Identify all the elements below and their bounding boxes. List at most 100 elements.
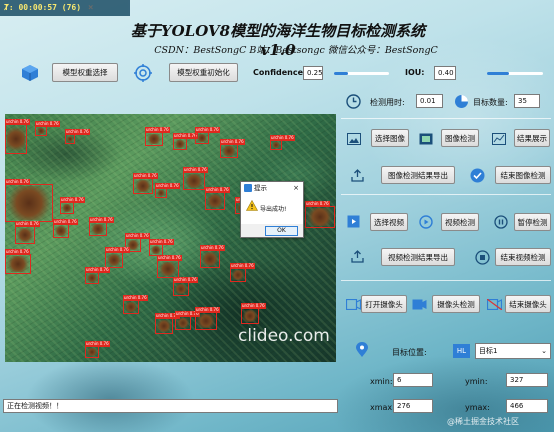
detected-organism xyxy=(7,126,25,152)
detection-box: urchin 0.76 xyxy=(35,121,60,136)
detected-organism xyxy=(177,318,189,328)
detection-box: urchin 0.76 xyxy=(157,255,182,278)
detection-label: urchin 0.76 xyxy=(305,201,330,207)
detection-box: urchin 0.76 xyxy=(230,263,255,282)
dialog-body: 导出成功! xyxy=(241,194,303,224)
close-icon[interactable]: × xyxy=(293,182,299,194)
detection-box: urchin 0.76 xyxy=(200,245,225,268)
detection-label: urchin 0.76 xyxy=(89,217,114,223)
target-select[interactable]: 目标1 ⌄ xyxy=(475,343,551,359)
detected-organism xyxy=(7,256,29,272)
detected-organism xyxy=(37,128,45,134)
watermark: clideo.com xyxy=(238,326,330,346)
detection-label: urchin 0.76 xyxy=(53,219,78,225)
detected-organism xyxy=(151,246,161,254)
detection-box: urchin 0.76 xyxy=(155,313,180,334)
detection-label: urchin 0.76 xyxy=(85,267,110,273)
divider xyxy=(341,194,551,195)
xmax-field: 276 xyxy=(393,399,433,413)
model-init-button[interactable]: 模型权重初始化 xyxy=(169,63,238,82)
detection-label: urchin 0.76 xyxy=(157,255,182,261)
detection-box: urchin 0.76 xyxy=(241,303,266,324)
detected-organism xyxy=(62,204,72,212)
detect-image-button[interactable]: 图像检测 xyxy=(441,129,479,147)
detection-box: urchin 0.76 xyxy=(195,307,220,330)
confidence-spinbox[interactable]: 0.25 xyxy=(303,66,323,80)
model-select-button[interactable]: 模型权重选择 xyxy=(52,63,118,82)
detection-label: urchin 0.76 xyxy=(173,133,198,139)
detection-label: urchin 0.76 xyxy=(35,121,60,127)
close-icon[interactable]: × xyxy=(88,3,98,13)
time-label: 检测用时: xyxy=(370,98,405,107)
detected-organism xyxy=(307,208,333,226)
export-video-result-button[interactable]: 视频检测结果导出 xyxy=(381,248,455,266)
detection-box: urchin 0.76 xyxy=(173,133,198,150)
detection-box: urchin 0.76 xyxy=(15,221,40,244)
end-video-detect-button[interactable]: 结束视频检测 xyxy=(495,248,551,266)
camera-detect-button[interactable]: 摄像头检测 xyxy=(432,295,480,313)
video-camera-icon xyxy=(411,297,427,311)
window-title-bar: Ⱦ: 00:00:57 (76) × xyxy=(0,0,130,16)
image-icon xyxy=(346,131,361,146)
select-video-button[interactable]: 选择视频 xyxy=(370,213,408,231)
class-badge: HL xyxy=(453,344,470,358)
detected-organism xyxy=(147,134,161,144)
detected-organism xyxy=(157,190,165,196)
detection-box: urchin 0.76 xyxy=(5,119,30,154)
detected-organism xyxy=(157,320,171,332)
pause-detect-button[interactable]: 暂停检测 xyxy=(514,213,551,231)
ok-button[interactable]: OK xyxy=(265,226,298,236)
export-image-result-button[interactable]: 图像检测结果导出 xyxy=(381,166,455,184)
detection-label: urchin 0.76 xyxy=(133,173,158,179)
select-image-button[interactable]: 选择图像 xyxy=(371,129,409,147)
detected-organism xyxy=(175,284,187,294)
pie-chart-icon xyxy=(453,93,469,109)
detection-box: urchin 0.76 xyxy=(175,311,200,330)
detection-box: urchin 0.76 xyxy=(133,173,158,194)
detected-organism xyxy=(197,134,207,142)
ymin-field: 327 xyxy=(506,373,548,387)
iou-spinbox[interactable]: 0.40 xyxy=(434,66,456,80)
show-result-button[interactable]: 结果展示 xyxy=(514,129,550,147)
check-circle-icon xyxy=(469,167,485,183)
detection-label: urchin 0.76 xyxy=(220,139,245,145)
page-subtitle: CSDN：BestSongC B站：Bestsongc 微信公众号：BestSo… xyxy=(154,45,438,56)
iou-slider-fill xyxy=(487,72,509,75)
divider xyxy=(341,118,551,119)
camera-off-icon xyxy=(486,297,502,311)
stop-circle-icon xyxy=(474,249,490,265)
detection-label: urchin 0.76 xyxy=(145,127,170,133)
detection-box: urchin 0.76 xyxy=(85,341,110,358)
detection-box: urchin 0.76 xyxy=(173,277,198,296)
detection-label: urchin 0.76 xyxy=(270,135,295,141)
detection-label: urchin 0.76 xyxy=(105,247,130,253)
detection-box: urchin 0.76 xyxy=(305,201,335,228)
detection-box: urchin 0.76 xyxy=(89,217,114,236)
detected-organism xyxy=(7,186,51,220)
pause-circle-icon xyxy=(493,214,508,229)
warning-icon xyxy=(245,199,259,213)
dialog-message: 导出成功! xyxy=(260,206,287,213)
end-camera-button[interactable]: 结束摄像头 xyxy=(505,295,551,313)
detection-label: urchin 0.76 xyxy=(5,249,30,255)
count-value-field: 35 xyxy=(514,94,540,108)
detected-organism xyxy=(107,254,121,266)
count-label: 目标数量: xyxy=(473,98,508,107)
end-image-detect-button[interactable]: 结束图像检测 xyxy=(495,166,551,184)
detection-label: urchin 0.76 xyxy=(85,341,110,347)
detected-organism xyxy=(55,226,67,236)
ymin-label: ymin: xyxy=(465,377,488,386)
target-select-value: 目标1 xyxy=(479,347,498,355)
detection-box: urchin 0.76 xyxy=(183,167,208,190)
xmax-label: xmax: xyxy=(370,403,395,412)
app-icon xyxy=(244,184,252,192)
cube-icon xyxy=(20,63,40,83)
dialog-title: 提示 xyxy=(254,184,267,192)
detect-video-button[interactable]: 视频检测 xyxy=(441,213,479,231)
film-icon xyxy=(418,131,433,146)
detected-organism xyxy=(207,194,223,208)
detected-organism xyxy=(272,142,280,148)
status-bar: 正在检测视频！！ xyxy=(3,399,338,413)
detection-box: urchin 0.76 xyxy=(53,219,78,238)
open-camera-button[interactable]: 打开摄像头 xyxy=(361,295,407,313)
